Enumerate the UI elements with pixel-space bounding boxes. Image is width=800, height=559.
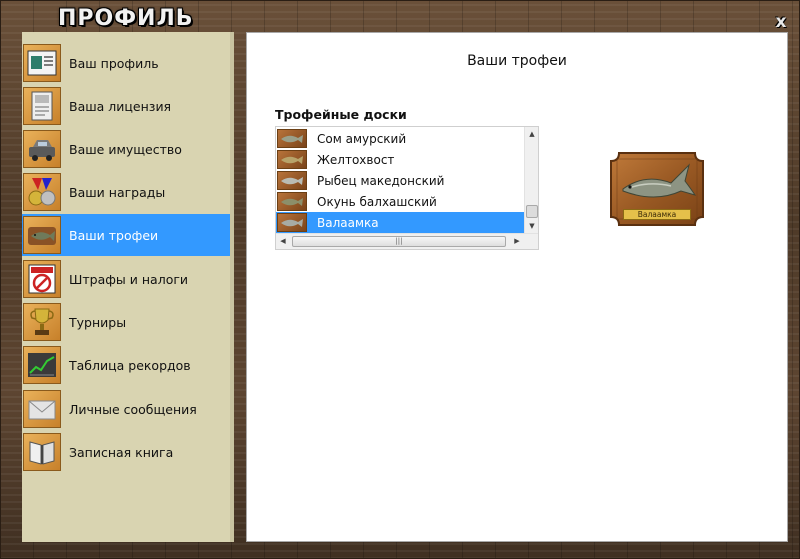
list-item[interactable]: Окунь балхашский [276,191,524,212]
sidebar-item-label: Записная книга [69,444,174,460]
close-button[interactable]: x [771,12,791,32]
window-title: ПРОФИЛЬ [58,6,194,31]
sidebar-item-label: Штрафы и налоги [69,271,189,287]
sidebar-item-label: Ваша лицензия [69,98,172,114]
sidebar-item-awards[interactable]: Ваши награды [22,171,230,213]
vertical-scroll-thumb[interactable] [526,205,538,218]
scroll-left-arrow-icon[interactable]: ◀ [276,234,290,249]
trophy-preview: Валаамка [609,151,705,227]
sidebar-item-label: Таблица рекордов [69,357,191,373]
fish-trophy-icon [23,216,61,254]
trophy-boards-label: Трофейные доски [275,107,407,122]
fines-sign-icon [23,260,61,298]
list-item-label: Валаамка [317,215,379,230]
envelope-icon [23,390,61,428]
notebook-icon [23,433,61,471]
fish-plaque-icon [277,192,307,211]
content-panel: Ваши трофеи Трофейные доски Сом амурский… [246,32,788,542]
list-item-label: Сом амурский [317,131,407,146]
page-title: Ваши трофеи [467,53,567,69]
sidebar-item-label: Ваши трофеи [69,227,159,243]
sidebar-item-profile[interactable]: Ваш профиль [22,42,230,84]
sidebar-item-fines[interactable]: Штрафы и налоги [22,258,230,300]
list-item-label: Желтохвост [317,152,395,167]
sidebar-item-messages[interactable]: Личные сообщения [22,388,230,430]
scroll-right-arrow-icon[interactable]: ▶ [510,234,524,249]
sidebar-item-property[interactable]: Ваше имущество [22,128,230,170]
list-item-label: Рыбец македонский [317,173,445,188]
sidebar-item-notebook[interactable]: Записная книга [22,431,230,473]
sidebar-item-license[interactable]: Ваша лицензия [22,85,230,127]
vertical-scrollbar[interactable]: ▲ ▼ [524,127,538,233]
records-chart-icon [23,346,61,384]
list-item-selected[interactable]: Валаамка [276,212,524,233]
list-item-label: Окунь балхашский [317,194,437,209]
profile-card-icon [23,44,61,82]
sidebar-item-label: Ваш профиль [69,55,159,71]
license-document-icon [23,87,61,125]
list-item[interactable]: Сом амурский [276,128,524,149]
medals-icon [23,173,61,211]
list-item[interactable]: Рыбец македонский [276,170,524,191]
sidebar-item-records[interactable]: Таблица рекордов [22,344,230,386]
horizontal-scroll-thumb[interactable]: ||| [292,236,506,247]
sidebar-item-label: Ваши награды [69,184,166,200]
sidebar-item-label: Личные сообщения [69,401,197,417]
scroll-down-arrow-icon[interactable]: ▼ [525,219,539,233]
trophy-boards-list[interactable]: Сом амурский Желтохвост Рыбец македонски… [275,126,539,250]
fish-plaque-icon [277,129,307,148]
sidebar-item-trophies[interactable]: Ваши трофеи [22,214,230,256]
cup-icon [23,303,61,341]
scroll-up-arrow-icon[interactable]: ▲ [525,127,539,141]
list-item[interactable]: Желтохвост [276,149,524,170]
sidebar-item-label: Ваше имущество [69,141,182,157]
fish-plaque-icon [277,171,307,190]
plaque-label: Валаамка [623,209,691,220]
fish-plaque-icon [277,213,307,232]
sidebar-item-tournaments[interactable]: Турниры [22,301,230,343]
sidebar-item-label: Турниры [69,314,127,330]
sidebar: Ваш профиль Ваша лицензия Ваше имущество [22,32,234,542]
car-icon [23,130,61,168]
horizontal-scrollbar[interactable]: ◀ ||| ▶ [276,233,538,249]
fish-plaque-icon [277,150,307,169]
